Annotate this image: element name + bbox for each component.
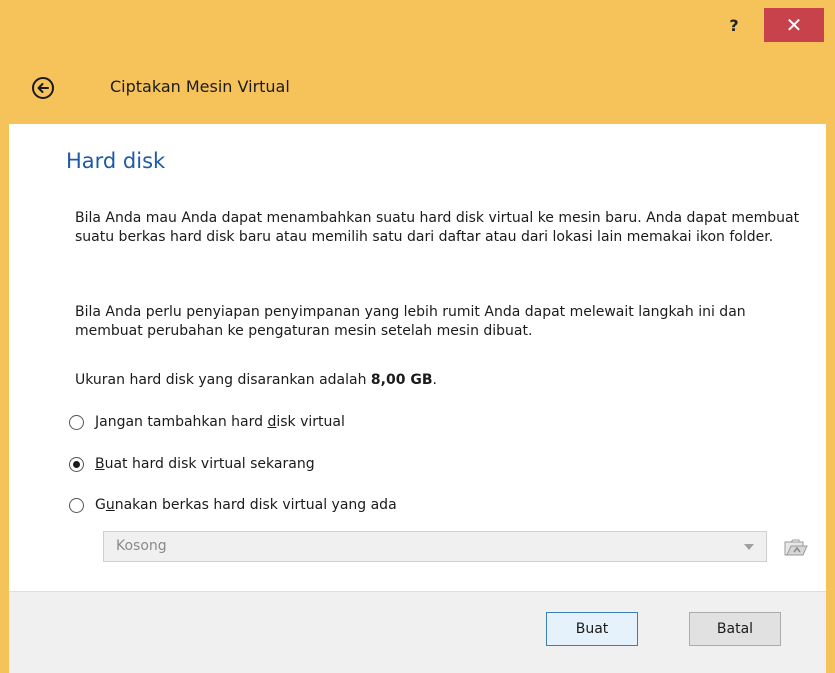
option-use-existing-disk[interactable]: Gunakan berkas hard disk virtual yang ad…	[69, 493, 397, 517]
radio-button-selected[interactable]	[69, 456, 84, 472]
option-no-disk[interactable]: Jangan tambahkan hard disk virtual	[69, 410, 345, 434]
radio-selected-dot	[73, 460, 80, 468]
title-bar[interactable]: ? ✕	[0, 0, 835, 52]
back-button[interactable]	[31, 76, 55, 100]
wizard-title: Ciptakan Mesin Virtual	[110, 77, 290, 96]
folder-icon	[784, 539, 808, 556]
choose-disk-file-button[interactable]	[781, 533, 809, 561]
recommended-size-text: Ukuran hard disk yang disarankan adalah …	[75, 371, 805, 390]
advanced-note-paragraph: Bila Anda perlu penyiapan penyimpanan ya…	[75, 304, 746, 339]
description-paragraph: Bila Anda mau Anda dapat menambahkan sua…	[75, 210, 800, 245]
recommended-size-value: 8,00 GB	[370, 372, 433, 388]
option-label: Buat hard disk virtual sekarang	[95, 456, 315, 472]
back-arrow-icon	[32, 77, 54, 99]
close-button[interactable]: ✕	[764, 8, 824, 42]
create-button[interactable]: Buat	[546, 612, 638, 646]
radio-button[interactable]	[69, 414, 84, 430]
cancel-button[interactable]: Batal	[689, 612, 781, 646]
recommended-size-suffix: .	[432, 372, 437, 388]
existing-disk-select-value: Kosong	[116, 538, 167, 554]
content-panel	[9, 124, 826, 591]
option-label: Jangan tambahkan hard disk virtual	[95, 414, 345, 430]
recommended-size-label: Ukuran hard disk yang disarankan adalah	[75, 372, 371, 388]
option-create-disk[interactable]: Buat hard disk virtual sekarang	[69, 452, 315, 476]
existing-disk-select[interactable]: Kosong	[103, 531, 767, 562]
radio-button[interactable]	[69, 497, 84, 513]
page-title: Hard disk	[66, 149, 166, 173]
option-label: Gunakan berkas hard disk virtual yang ad…	[95, 497, 397, 513]
chevron-down-icon	[744, 544, 754, 550]
help-button[interactable]: ?	[714, 8, 754, 42]
